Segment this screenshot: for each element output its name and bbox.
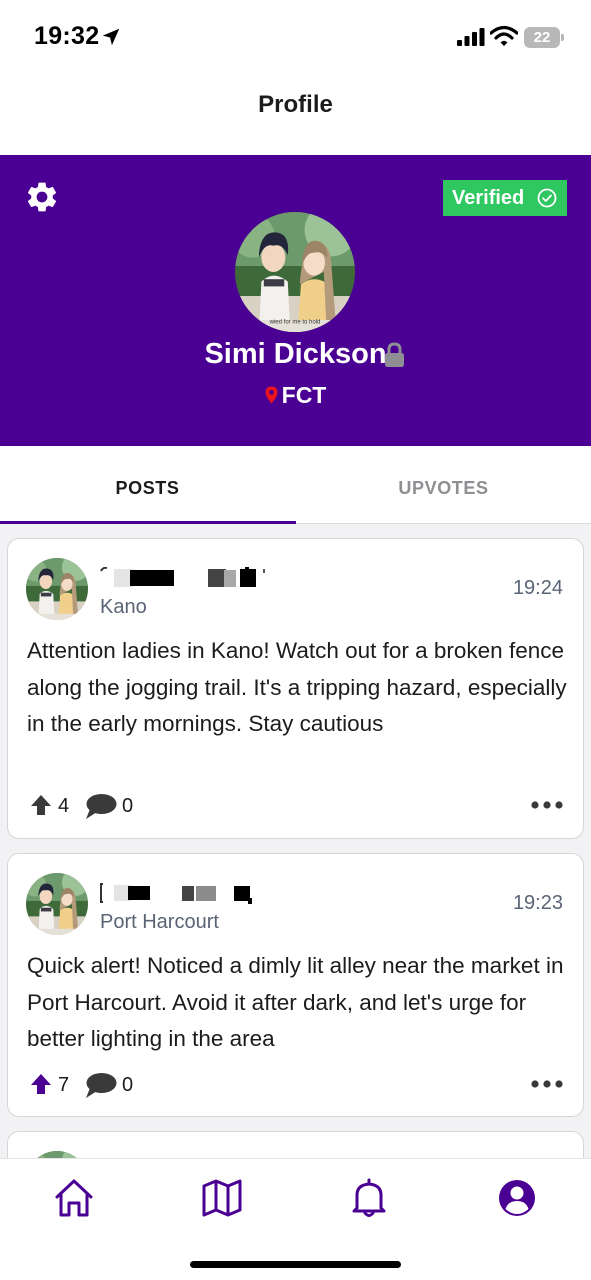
verified-badge: Verified xyxy=(443,180,567,216)
post-text: Quick alert! Noticed a dimly lit alley n… xyxy=(27,953,564,1051)
more-options-icon[interactable] xyxy=(531,1080,563,1088)
post-author-avatar[interactable] xyxy=(26,873,88,935)
map-pin-icon xyxy=(265,386,278,404)
upvote-count: 7 xyxy=(58,1074,70,1096)
profile-name: Simi Dickson xyxy=(204,338,387,370)
upvote-arrow-icon[interactable] xyxy=(30,1073,52,1095)
wifi-icon xyxy=(490,25,518,46)
tab-posts[interactable]: POSTS xyxy=(0,446,295,524)
avatar-caption: wied for me to hold xyxy=(269,320,321,326)
bell-icon[interactable] xyxy=(349,1178,389,1218)
upvote-count: 4 xyxy=(58,795,70,817)
status-time: 19:32 xyxy=(34,22,100,50)
upvote-arrow-icon[interactable] xyxy=(30,794,52,816)
map-icon[interactable] xyxy=(202,1178,242,1218)
comment-bubble-icon[interactable] xyxy=(84,793,117,820)
post-card[interactable]: Port Harcourt 19:23 Quick alert! Noticed… xyxy=(7,853,584,1117)
comment-count: 0 xyxy=(122,795,134,817)
avatar-image xyxy=(26,873,88,935)
more-options-icon[interactable] xyxy=(531,801,563,809)
post-time: 19:23 xyxy=(512,892,563,914)
comment-bubble-icon[interactable] xyxy=(84,1072,117,1099)
redacted-author-name xyxy=(100,567,265,587)
post-card[interactable]: Kano 19:24 Attention ladies in Kano! Wat… xyxy=(7,538,584,839)
lock-icon xyxy=(385,342,404,367)
redacted-author-name xyxy=(100,883,252,904)
home-icon[interactable] xyxy=(54,1178,94,1218)
post-author-avatar[interactable] xyxy=(26,558,88,620)
profile-location-text: FCT xyxy=(281,382,327,408)
profile-location: FCT xyxy=(0,382,591,409)
page-title: Profile xyxy=(258,91,333,118)
comment-count: 0 xyxy=(122,1074,134,1096)
status-bar: 19:32 22 xyxy=(0,0,591,75)
post-location: Port Harcourt xyxy=(100,911,219,933)
post-text: Attention ladies in Kano! Watch out for … xyxy=(27,638,567,736)
profile-icon[interactable] xyxy=(497,1178,537,1218)
battery-level: 22 xyxy=(533,29,551,46)
tab-upvotes[interactable]: UPVOTES xyxy=(296,446,591,524)
profile-banner: Verified wied for me to hold Simi Dickso… xyxy=(0,155,591,446)
active-tab-indicator xyxy=(0,521,296,524)
verified-label: Verified xyxy=(452,187,525,209)
profile-tabs: POSTS UPVOTES xyxy=(0,446,591,524)
post-location: Kano xyxy=(100,596,147,618)
home-indicator[interactable] xyxy=(190,1261,401,1268)
post-time: 19:24 xyxy=(512,577,563,599)
avatar-image: wied for me to hold xyxy=(235,212,355,332)
profile-avatar[interactable]: wied for me to hold xyxy=(235,212,355,332)
nav-header: Profile xyxy=(0,75,591,155)
battery-icon: 22 xyxy=(524,27,564,48)
bottom-tab-bar xyxy=(0,1158,591,1280)
avatar-image xyxy=(26,558,88,620)
gear-icon[interactable] xyxy=(24,179,60,215)
signal-icon xyxy=(457,28,485,46)
check-circle-icon xyxy=(537,188,557,208)
location-arrow-icon xyxy=(102,28,120,46)
